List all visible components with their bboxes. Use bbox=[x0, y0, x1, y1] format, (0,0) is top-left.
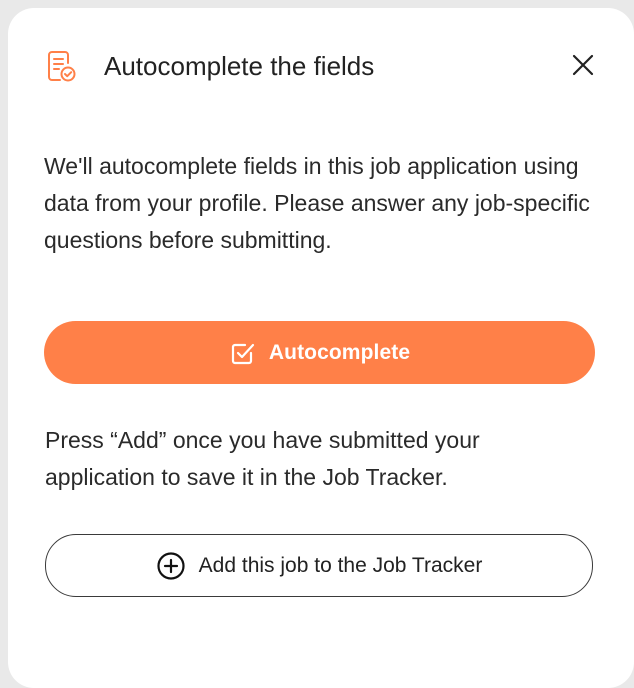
job-tracker-note: Press “Add” once you have submitted your… bbox=[45, 427, 480, 490]
checkbox-edit-icon bbox=[229, 339, 257, 367]
dialog-title: Autocomplete the fields bbox=[104, 51, 375, 81]
plus-circle-icon bbox=[156, 551, 186, 581]
document-check-icon bbox=[47, 50, 77, 84]
autocomplete-button-label: Autocomplete bbox=[268, 340, 411, 364]
dialog-header: Autocomplete the fields bbox=[8, 8, 634, 126]
close-icon[interactable] bbox=[568, 50, 598, 80]
autocomplete-dialog: Autocomplete the fields We'll autocomple… bbox=[8, 8, 634, 688]
add-to-job-tracker-button[interactable]: Add this job to the Job Tracker bbox=[45, 534, 593, 597]
dialog-description: We'll autocomplete fields in this job ap… bbox=[44, 153, 590, 253]
autocomplete-button[interactable]: Autocomplete bbox=[44, 321, 595, 384]
add-to-job-tracker-label: Add this job to the Job Tracker bbox=[198, 553, 483, 577]
